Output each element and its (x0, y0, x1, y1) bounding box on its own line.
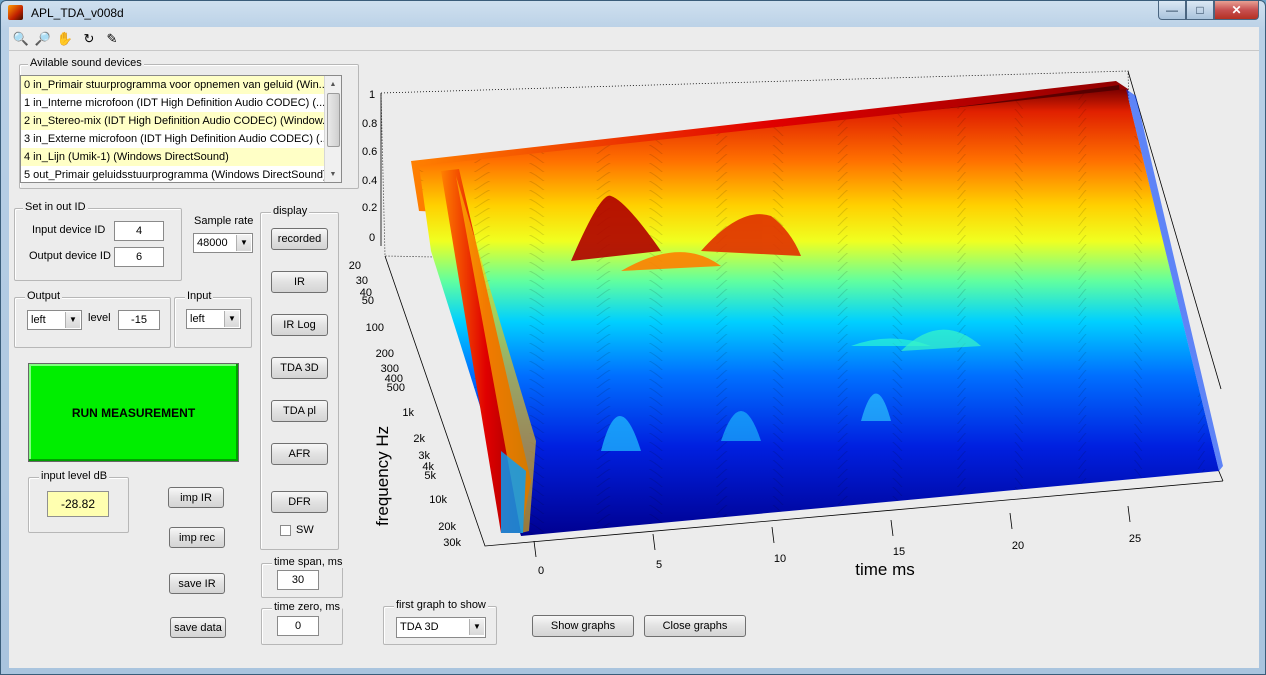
time-tick-10: 10 (774, 553, 786, 565)
freq-tick: 20k (438, 521, 456, 533)
time-tick-15: 15 (893, 546, 905, 558)
freq-tick: 30k (443, 537, 461, 549)
freq-tick: 20 (349, 260, 361, 272)
time-tick-20: 20 (1012, 540, 1024, 552)
freq-tick: 200 (376, 348, 394, 360)
freq-tick: 500 (387, 382, 405, 394)
freq-tick: 30 (356, 275, 368, 287)
freq-tick: 100 (366, 322, 384, 334)
z-tick-0.6: 0.6 (362, 146, 377, 158)
z-tick-0.2: 0.2 (362, 202, 377, 214)
app-window: APL_TDA_v008d — □ ✕ 🔍 🔎 ✋ ↻ ✎ Avilable s… (0, 0, 1266, 675)
z-tick-1: 1 (369, 89, 375, 101)
freq-tick: 50 (362, 295, 374, 307)
freq-tick: 5k (424, 470, 436, 482)
z-tick-0.4: 0.4 (362, 175, 377, 187)
freq-tick: 1k (402, 407, 414, 419)
tda-3d-waterfall-plot[interactable]: 1 0.8 0.6 0.4 0.2 0 20 30 40 50 100 200 … (1, 1, 1265, 674)
time-tick-25: 25 (1129, 533, 1141, 545)
time-tick-5: 5 (656, 559, 662, 571)
z-tick-0.8: 0.8 (362, 118, 377, 130)
time-axis-label: time ms (855, 560, 915, 579)
freq-tick: 2k (413, 433, 425, 445)
frequency-axis-label: frequency Hz (373, 426, 392, 526)
z-tick-0: 0 (369, 232, 375, 244)
freq-tick: 10k (429, 494, 447, 506)
time-tick-0: 0 (538, 565, 544, 577)
